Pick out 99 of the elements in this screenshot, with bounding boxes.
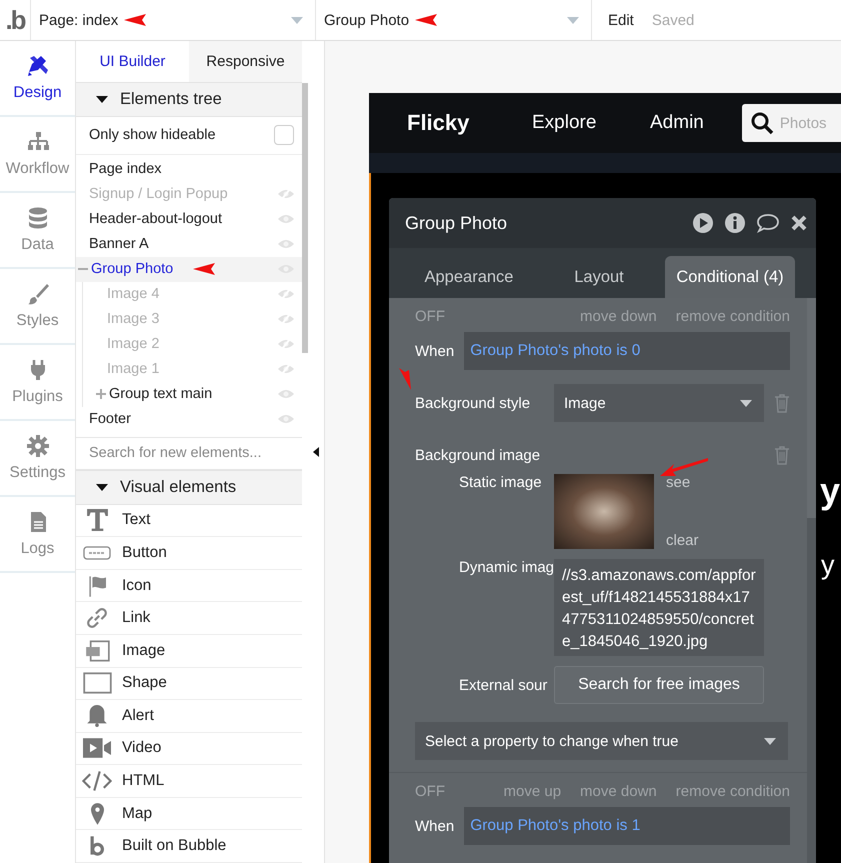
section-header[interactable]: Elements tree <box>76 82 302 117</box>
element-item[interactable]: Map <box>76 798 302 830</box>
tree-item-label: Banner A <box>89 236 149 252</box>
play-icon[interactable] <box>692 212 714 234</box>
tree-item-label: Image 4 <box>107 286 160 302</box>
caret-icon <box>291 16 303 24</box>
tree-item[interactable]: Group Photo <box>76 256 302 282</box>
search-icon <box>750 111 774 135</box>
tree-item-label: Image 2 <box>107 336 160 352</box>
tree-item[interactable]: Footer <box>76 406 302 432</box>
eye-slash-icon[interactable] <box>278 314 294 324</box>
dynamic-image-field[interactable]: //s3.amazonaws.com/appforest_uf/f1482145531884x174775311024859550/concrete_1845046_1920.jpg <box>554 559 764 656</box>
element-item[interactable]: Video <box>76 732 302 766</box>
tree-item-label: Image 1 <box>107 361 160 378</box>
hero-text: y <box>821 550 834 581</box>
tree-item[interactable]: Page index <box>76 156 302 182</box>
clear-link[interactable]: clear <box>666 532 699 549</box>
caret-icon <box>96 484 108 491</box>
caret-icon <box>96 96 108 104</box>
tree-item-label: Header-about-logout <box>89 211 222 228</box>
eye-slash-icon[interactable] <box>278 339 294 350</box>
property-dropdown[interactable]: Select a property to change when true <box>415 722 788 760</box>
element-item[interactable]: Image <box>76 634 302 668</box>
editor-tab[interactable]: Conditional (4) <box>665 256 795 298</box>
design-icon <box>26 54 50 78</box>
brand-name[interactable]: Flicky <box>407 110 532 136</box>
flag-icon <box>88 574 106 597</box>
b-letter-icon <box>90 835 104 858</box>
element-item[interactable]: Link <box>76 602 302 635</box>
save-status: Saved <box>650 10 694 30</box>
image-icon <box>84 640 110 662</box>
info-icon[interactable] <box>724 212 746 234</box>
element-item[interactable]: Text <box>76 504 302 538</box>
eye-icon[interactable] <box>278 389 294 400</box>
trash-icon[interactable] <box>774 445 790 465</box>
editor-title: Group Photo <box>405 212 508 234</box>
when-label: When <box>415 818 454 834</box>
scrollbar[interactable] <box>302 83 308 353</box>
element-item[interactable]: Alert <box>76 700 302 733</box>
video-icon <box>83 738 111 758</box>
eye-icon[interactable] <box>278 414 294 424</box>
shape-icon <box>82 672 112 694</box>
panel-tab[interactable]: Responsive <box>189 41 302 82</box>
caret-icon <box>740 400 752 406</box>
tree-item-label: Image 3 <box>107 311 160 328</box>
settings-icon <box>26 434 50 458</box>
tree-item[interactable]: Group text main <box>83 382 302 407</box>
eye-slash-icon[interactable] <box>278 289 294 300</box>
element-item[interactable]: Built on Bubble <box>76 830 302 863</box>
property-label: Background image <box>415 446 542 464</box>
field-label: External sour <box>459 676 548 694</box>
element-item[interactable]: Shape <box>76 668 302 700</box>
eye-icon[interactable] <box>278 239 294 250</box>
element-item[interactable]: Button <box>76 537 302 570</box>
when-label: When <box>415 342 454 360</box>
field-label: Dynamic imag <box>459 559 554 576</box>
text-icon <box>86 509 108 532</box>
collapse-panel-icon[interactable] <box>313 447 319 457</box>
tree-item[interactable]: Header-about-logout <box>76 206 302 232</box>
close-icon[interactable] <box>790 214 808 232</box>
tree-item[interactable]: Banner A <box>76 232 302 257</box>
editor-tab[interactable]: Appearance <box>389 256 549 298</box>
eye-slash-icon[interactable] <box>278 364 294 374</box>
see-link[interactable]: see <box>666 474 699 491</box>
section-header[interactable]: Visual elements <box>76 470 302 505</box>
nav-link[interactable]: Admin <box>650 112 704 134</box>
field-label: Static image <box>459 474 543 491</box>
nav-link[interactable]: Explore <box>532 112 650 134</box>
editor-tab[interactable]: Layout <box>549 256 649 298</box>
caret-icon <box>764 738 776 744</box>
logo[interactable]: .b <box>0 0 31 40</box>
button-icon <box>83 546 111 560</box>
edit-menu[interactable]: Edit <box>592 0 634 40</box>
element-dropdown[interactable]: Group Photo <box>316 0 592 40</box>
code-icon <box>82 770 112 792</box>
property-label: Background style <box>415 394 532 412</box>
filter-label: Only show hideable <box>89 127 216 144</box>
checkbox[interactable] <box>274 125 294 146</box>
search-images-button[interactable]: Search for free images <box>554 666 764 704</box>
element-item[interactable]: Icon <box>76 570 302 602</box>
scrollbar[interactable] <box>807 298 816 518</box>
tree-item-label: Group Photo <box>91 261 174 278</box>
bell-icon <box>87 704 107 727</box>
caret-icon <box>567 16 579 24</box>
tree-item-label: Signup / Login Popup <box>89 186 228 202</box>
pin-icon <box>90 802 104 825</box>
trash-icon[interactable] <box>774 393 790 413</box>
page-dropdown[interactable]: Page: index <box>31 0 316 40</box>
link-icon <box>86 607 108 630</box>
comment-icon[interactable] <box>756 213 780 233</box>
hero-text: y <box>820 470 840 512</box>
background-style-dropdown[interactable]: Image <box>554 384 764 422</box>
expand-icon[interactable] <box>96 389 106 400</box>
eye-slash-icon[interactable] <box>278 189 294 200</box>
tree-item-label: Group text main <box>109 386 212 402</box>
eye-icon[interactable] <box>278 214 294 224</box>
tree-item-label: Page index <box>89 161 162 178</box>
tree-item-label: Footer <box>89 411 131 428</box>
element-item[interactable]: HTML <box>76 765 302 798</box>
